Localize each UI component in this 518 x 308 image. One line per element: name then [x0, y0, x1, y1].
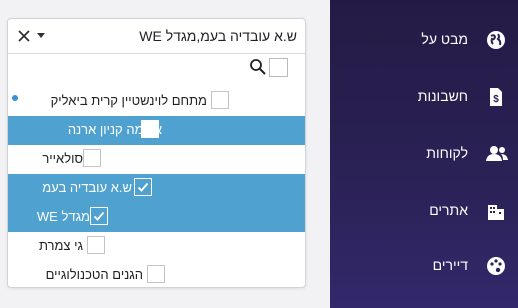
search-input[interactable] — [269, 58, 288, 77]
status-dot — [12, 95, 18, 101]
item-label: הגנים הטכנולוגיים — [45, 267, 143, 282]
options-list: מתחם לוינשטיין קרית ביאליק ארומה קניון א… — [8, 87, 305, 287]
sidebar-item-label: דיירים — [432, 257, 468, 273]
item-label: ש.א עובדיה בעמ — [42, 180, 132, 195]
users-icon — [486, 144, 508, 164]
list-item[interactable]: מתחם לוינשטיין קרית ביאליק — [8, 87, 305, 116]
list-item[interactable]: סולאייר — [8, 145, 305, 174]
item-label: מגדל WE — [36, 209, 90, 224]
item-label: מתחם לוינשטיין קרית ביאליק — [50, 93, 207, 108]
sidebar: מבט על חשבונות $ לקוחות אתרים דיירים — [330, 0, 518, 308]
multiselect-dropdown: ש.א עובדיה בעמ,מגדל WE מתחם לוינשטיין קר… — [7, 18, 306, 288]
sidebar-item-clients[interactable]: לקוחות — [330, 134, 518, 174]
checkbox[interactable] — [87, 236, 105, 254]
item-label: גי צמרת — [38, 238, 83, 253]
sidebar-item-label: חשבונות — [417, 88, 468, 104]
svg-text:$: $ — [493, 94, 499, 105]
checkbox[interactable] — [90, 207, 108, 225]
sidebar-item-accounts[interactable]: חשבונות $ — [330, 77, 518, 117]
checkbox[interactable] — [83, 149, 101, 167]
sidebar-item-sites[interactable]: אתרים — [330, 191, 518, 231]
item-label: סולאייר — [42, 151, 83, 166]
list-item[interactable]: ארומה קניון ארנה — [8, 116, 305, 145]
sidebar-item-label: מבט על — [421, 31, 468, 47]
clear-icon[interactable] — [16, 28, 32, 44]
list-item[interactable]: מגדל WE — [8, 203, 305, 232]
select-box[interactable]: ש.א עובדיה בעמ,מגדל WE — [8, 19, 305, 54]
chevron-down-icon[interactable] — [37, 33, 45, 38]
checkbox[interactable] — [147, 265, 165, 283]
invoice-icon: $ — [486, 87, 506, 107]
building-icon — [486, 201, 506, 221]
globe-icon — [486, 30, 506, 50]
selected-value: ש.א עובדיה בעמ,מגדל WE — [139, 28, 297, 44]
list-item[interactable]: גי צמרת — [8, 232, 305, 261]
check-icon — [93, 211, 105, 221]
search-row — [8, 57, 305, 79]
palette-icon — [486, 256, 506, 276]
checkbox[interactable] — [141, 120, 159, 138]
search-icon[interactable] — [249, 58, 267, 76]
list-item[interactable]: הגנים הטכנולוגיים — [8, 261, 305, 287]
sidebar-item-label: לקוחות — [426, 145, 468, 161]
check-icon — [137, 182, 149, 192]
sidebar-item-label: אתרים — [429, 202, 468, 218]
sidebar-item-overview[interactable]: מבט על — [330, 20, 518, 60]
sidebar-item-tenants[interactable]: דיירים — [330, 246, 518, 286]
list-item[interactable]: ש.א עובדיה בעמ — [8, 174, 305, 203]
checkbox[interactable] — [134, 178, 152, 196]
checkbox[interactable] — [211, 91, 229, 109]
